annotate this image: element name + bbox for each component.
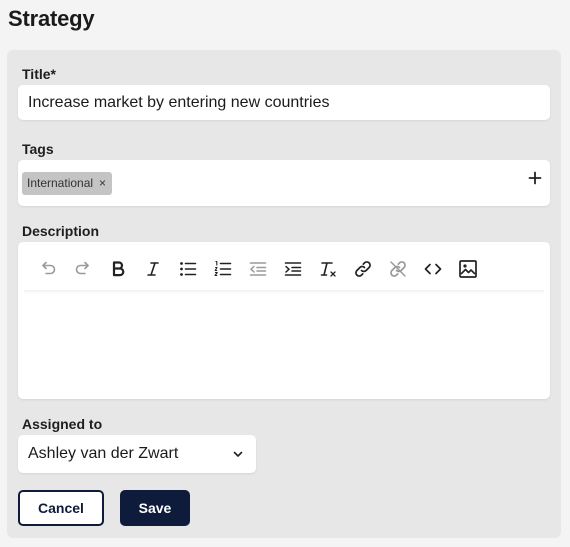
assignee-value: Ashley van der Zwart (28, 445, 179, 462)
clear-format-button[interactable] (318, 259, 338, 279)
save-button[interactable]: Save (120, 490, 190, 526)
clear-format-icon (320, 262, 336, 277)
strategy-form: Title* Increase market by entering new c… (7, 50, 561, 538)
numbered-list-icon (214, 260, 232, 277)
tags-field[interactable]: International × (18, 160, 550, 206)
bullet-list-button[interactable] (178, 259, 198, 279)
image-icon (459, 260, 477, 278)
tags-label: Tags (22, 141, 54, 157)
redo-icon (75, 261, 89, 275)
plus-icon[interactable] (528, 171, 542, 185)
editor-toolbar (38, 258, 493, 280)
description-editor (18, 242, 550, 399)
numbered-list-button[interactable] (213, 259, 233, 279)
title-input-value: Increase market by entering new countrie… (28, 93, 330, 111)
bullet-list-icon (180, 262, 197, 276)
indent-button[interactable] (283, 259, 303, 279)
unlink-button[interactable] (388, 259, 408, 279)
italic-button[interactable] (143, 259, 163, 279)
link-button[interactable] (353, 259, 373, 279)
undo-button[interactable] (38, 259, 58, 279)
code-button[interactable] (423, 259, 443, 279)
undo-icon (42, 261, 56, 275)
bold-icon (112, 261, 125, 277)
tag-chip: International × (22, 171, 113, 195)
image-button[interactable] (458, 259, 478, 279)
description-editor-area[interactable] (24, 296, 544, 393)
title-label: Title* (22, 66, 56, 82)
outdent-button[interactable] (248, 259, 268, 279)
tag-chip-label: International (27, 176, 94, 190)
redo-button[interactable] (73, 259, 93, 279)
italic-icon (147, 262, 159, 276)
description-label: Description (22, 223, 100, 239)
tag-remove-icon[interactable]: × (99, 176, 106, 190)
title-input[interactable]: Increase market by entering new countrie… (18, 85, 550, 120)
unlink-icon (390, 261, 406, 277)
cancel-button[interactable]: Cancel (18, 490, 104, 526)
assigned-label: Assigned to (22, 416, 103, 432)
bold-button[interactable] (108, 259, 128, 279)
code-icon (424, 263, 442, 275)
toolbar-divider (24, 290, 544, 294)
link-icon (355, 261, 371, 277)
outdent-icon (249, 262, 267, 276)
chevron-down-icon (233, 451, 243, 457)
page-title: Strategy (8, 6, 95, 31)
indent-icon (284, 262, 302, 276)
assignee-select[interactable]: Ashley van der Zwart (18, 435, 256, 473)
